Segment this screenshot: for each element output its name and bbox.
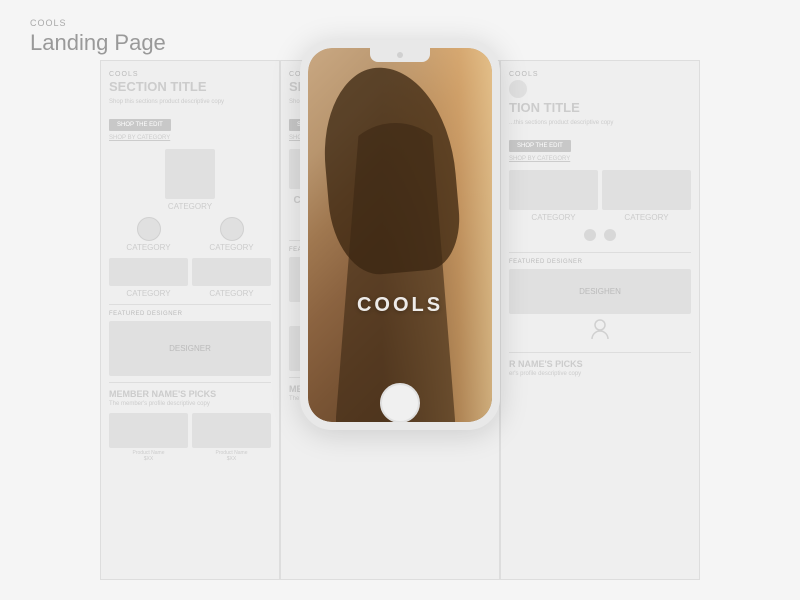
left-cat-img <box>165 149 215 199</box>
right-hr-1 <box>509 252 691 253</box>
left-cat-box-2: CATEGORY <box>192 258 271 298</box>
hair-detail <box>318 61 464 277</box>
left-cat-circle-2 <box>220 217 244 241</box>
right-panel-content: COOLS TION TITLE ...this sections produc… <box>501 61 699 393</box>
right-wireframe-panel: COOLS TION TITLE ...this sections produc… <box>500 60 700 580</box>
right-shop-link[interactable]: SHOP BY CATEGORY <box>509 156 691 162</box>
left-wireframe-panel: COOLS SECTION TITLE Shop this sections p… <box>100 60 280 580</box>
right-cat-label-1: CATEGORY <box>509 213 598 222</box>
right-desc: ...this sections product descriptive cop… <box>509 119 691 127</box>
phone-home-btn[interactable] <box>380 383 420 423</box>
right-person-icon <box>509 319 691 346</box>
right-cat-label-2: CATEGORY <box>602 213 691 222</box>
left-category-boxes: CATEGORY CATEGORY <box>109 258 271 298</box>
phone-side-btn-right <box>498 128 500 163</box>
left-cat-label: CATEGORY <box>109 202 271 211</box>
phone-outer: COOLS <box>300 40 500 430</box>
left-cat-box-img-1 <box>109 258 188 286</box>
right-circle-row <box>509 228 691 246</box>
left-product-price-1: $XX <box>109 456 188 462</box>
right-cat-img-1 <box>509 170 598 210</box>
right-category-row: CATEGORY CATEGORY <box>509 170 691 222</box>
left-hr-2 <box>109 382 271 383</box>
left-member-title: MEMBER NAME'S PICKS <box>109 389 271 399</box>
left-section-title: SECTION TITLE <box>109 80 271 94</box>
right-cat-img-2 <box>602 170 691 210</box>
left-cat-label-1: CATEGORY <box>109 243 188 252</box>
left-shop-link[interactable]: SHOP BY CATEGORY <box>109 135 271 141</box>
phone-cools-text: COOLS <box>308 294 492 317</box>
right-panel-brand: COOLS <box>509 71 691 78</box>
left-cat-box-1: CATEGORY <box>109 258 188 298</box>
right-cat-1: CATEGORY <box>509 170 598 222</box>
left-product-price-2: $XX <box>192 456 271 462</box>
left-desc: Shop this sections product descriptive c… <box>109 98 271 106</box>
left-hr-1 <box>109 304 271 305</box>
right-member-title: R NAME'S PICKS <box>509 359 691 369</box>
left-featured-label: FEATURED DESIGNER <box>109 311 271 317</box>
left-category-row: CATEGORY CATEGORY <box>109 217 271 252</box>
left-cat-label-2: CATEGORY <box>192 243 271 252</box>
right-designer-block: DESIGHEN <box>509 269 691 314</box>
left-product-img-2 <box>192 413 271 448</box>
left-cat-box-label-2: CATEGORY <box>192 289 271 298</box>
right-designer-label: DESIGHEN <box>579 287 621 296</box>
left-shop-btn[interactable]: SHOP THE EDIT <box>109 119 171 131</box>
left-cat-box-img-2 <box>192 258 271 286</box>
page-title: Landing Page <box>30 30 166 56</box>
right-cat-2: CATEGORY <box>602 170 691 222</box>
left-product-1: Product Name $XX <box>109 413 188 462</box>
person-icon <box>591 319 609 341</box>
left-product-img-1 <box>109 413 188 448</box>
left-cat-item-1: CATEGORY <box>109 217 188 252</box>
right-shop-btn[interactable]: SHOP THE EDIT <box>509 140 571 152</box>
right-featured-label: FEATURED DESIGNER <box>509 259 691 265</box>
left-product-2: Product Name $XX <box>192 413 271 462</box>
right-icon-sm-1 <box>584 229 596 241</box>
right-section-title: TION TITLE <box>509 101 691 115</box>
left-cat-item-2: CATEGORY <box>192 217 271 252</box>
left-cat-box-label-1: CATEGORY <box>109 289 188 298</box>
right-hr-2 <box>509 352 691 353</box>
left-single-category: CATEGORY <box>109 149 271 211</box>
phone-mockup: COOLS <box>300 40 500 430</box>
phone-camera <box>397 52 403 58</box>
left-panel-brand: COOLS <box>109 71 271 78</box>
left-panel-content: COOLS SECTION TITLE Shop this sections p… <box>101 61 279 472</box>
left-member-desc: The member's profile descriptive copy <box>109 401 271 407</box>
phone-photo: COOLS <box>308 48 492 422</box>
left-designer-label: DESIGNER <box>169 344 211 353</box>
left-cat-circle-1 <box>137 217 161 241</box>
left-product-row: Product Name $XX Product Name $XX <box>109 413 271 462</box>
right-member-desc: er's profile descriptive copy <box>509 371 691 377</box>
right-icon <box>509 80 527 98</box>
brand-label: COOLS <box>30 18 166 28</box>
phone-screen: COOLS <box>308 48 492 422</box>
left-designer-block: DESIGNER <box>109 321 271 376</box>
right-icon-sm-2 <box>604 229 616 241</box>
page-header: COOLS Landing Page <box>30 18 166 56</box>
phone-side-btn-left <box>300 128 302 153</box>
